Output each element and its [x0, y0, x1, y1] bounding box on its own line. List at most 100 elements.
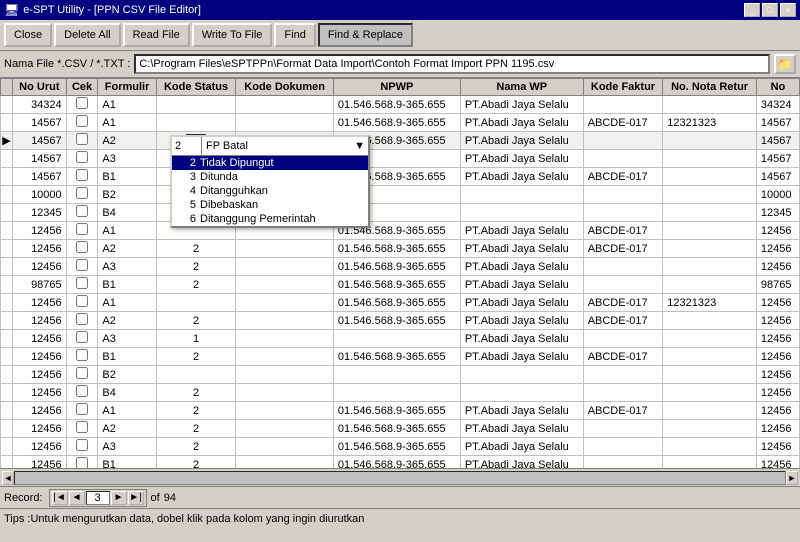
kode-status-cell[interactable]: 2 [156, 420, 236, 438]
cek-cell[interactable] [66, 204, 98, 222]
cek-checkbox[interactable] [76, 133, 88, 145]
table-row[interactable]: 12456A101.546.568.9-365.655PT.Abadi Jaya… [1, 222, 800, 240]
cek-cell[interactable] [66, 186, 98, 204]
col-no-urut[interactable]: No Urut [13, 79, 67, 96]
kode-status-cell[interactable]: 2 [156, 438, 236, 456]
cek-cell[interactable] [66, 276, 98, 294]
cek-cell[interactable] [66, 366, 98, 384]
cek-checkbox[interactable] [76, 421, 88, 433]
scroll-right-button[interactable]: ► [786, 471, 798, 485]
cek-cell[interactable] [66, 132, 98, 150]
kode-status-cell[interactable] [156, 294, 236, 312]
col-npwp[interactable]: NPWP [333, 79, 460, 96]
table-row[interactable]: 12456A31PT.Abadi Jaya Selalu12456 [1, 330, 800, 348]
cek-checkbox[interactable] [76, 277, 88, 289]
table-row[interactable]: 12456A101.546.568.9-365.655PT.Abadi Jaya… [1, 294, 800, 312]
cek-cell[interactable] [66, 222, 98, 240]
table-row[interactable]: 14567B101.546.568.9-365.655PT.Abadi Jaya… [1, 168, 800, 186]
cek-cell[interactable] [66, 240, 98, 258]
filename-input[interactable] [134, 54, 770, 74]
col-kode-status[interactable]: Kode Status [156, 79, 236, 96]
dropdown-item-ditunda[interactable]: 3 Ditunda [172, 170, 368, 184]
nav-last-button[interactable]: ►| [128, 491, 144, 505]
cek-cell[interactable] [66, 168, 98, 186]
write-to-file-button[interactable]: Write To File [192, 23, 273, 47]
cek-checkbox[interactable] [76, 385, 88, 397]
scroll-left-button[interactable]: ◄ [2, 471, 14, 485]
kode-status-cell[interactable]: 2 [156, 384, 236, 402]
record-current-input[interactable] [86, 491, 110, 505]
cek-checkbox[interactable] [76, 205, 88, 217]
cek-checkbox[interactable] [76, 187, 88, 199]
col-no[interactable]: No [756, 79, 799, 96]
table-row[interactable]: 12456B212456 [1, 366, 800, 384]
cek-checkbox[interactable] [76, 295, 88, 307]
kode-status-dropdown[interactable]: FP Batal ▼ 2 Tidak Dipungut 3 Ditunda 4 … [170, 135, 370, 228]
table-container[interactable]: No Urut Cek Formulir Kode Status Kode Do… [0, 78, 800, 468]
dropdown-item-dibebaskan[interactable]: 5 Dibebaskan [172, 198, 368, 212]
table-row[interactable]: 12456B1201.546.568.9-365.655PT.Abadi Jay… [1, 348, 800, 366]
col-kode-dokumen[interactable]: Kode Dokumen [236, 79, 334, 96]
cek-cell[interactable] [66, 294, 98, 312]
dropdown-arrow-icon[interactable]: ▼ [351, 140, 368, 152]
table-row[interactable]: 12456A2201.546.568.9-365.655PT.Abadi Jay… [1, 420, 800, 438]
cek-checkbox[interactable] [76, 115, 88, 127]
kode-status-cell[interactable] [156, 366, 236, 384]
cek-checkbox[interactable] [76, 439, 88, 451]
kode-status-cell[interactable]: 2 [156, 456, 236, 469]
find-replace-button[interactable]: Find & Replace [318, 23, 413, 47]
minimize-button[interactable]: _ [744, 3, 760, 17]
dropdown-item-ditangguhkan[interactable]: 4 Ditangguhkan [172, 184, 368, 198]
find-button[interactable]: Find [274, 23, 315, 47]
cek-checkbox[interactable] [76, 331, 88, 343]
kode-status-cell[interactable]: 2 [156, 402, 236, 420]
close-button[interactable]: × [780, 3, 796, 17]
nav-prev-button[interactable]: ◄ [69, 491, 85, 505]
col-nota-retur[interactable]: No. Nota Retur [663, 79, 757, 96]
cek-cell[interactable] [66, 150, 98, 168]
table-row[interactable]: 34324A101.546.568.9-365.655PT.Abadi Jaya… [1, 96, 800, 114]
nav-first-button[interactable]: |◄ [52, 491, 68, 505]
kode-status-cell[interactable]: 2 [156, 240, 236, 258]
cek-cell[interactable] [66, 312, 98, 330]
dropdown-item-tidak-dipungut[interactable]: 2 Tidak Dipungut [172, 156, 368, 170]
cek-checkbox[interactable] [76, 151, 88, 163]
cek-checkbox[interactable] [76, 403, 88, 415]
cek-checkbox[interactable] [76, 241, 88, 253]
table-row[interactable]: 12345B412345 [1, 204, 800, 222]
table-row[interactable]: 12456A3201.546.568.9-365.655PT.Abadi Jay… [1, 438, 800, 456]
cek-cell[interactable] [66, 348, 98, 366]
cek-checkbox[interactable] [76, 97, 88, 109]
cek-cell[interactable] [66, 456, 98, 469]
horizontal-scrollbar[interactable] [14, 471, 786, 485]
cek-checkbox[interactable] [76, 349, 88, 361]
kode-status-cell[interactable]: 1 [156, 330, 236, 348]
table-row[interactable]: 12456A1201.546.568.9-365.655PT.Abadi Jay… [1, 402, 800, 420]
table-row[interactable]: ▶14567A2FP Batal01.546.568.9-365.655PT.A… [1, 132, 800, 150]
maximize-button[interactable]: □ [762, 3, 778, 17]
kode-status-cell[interactable]: 2 [156, 348, 236, 366]
cek-checkbox[interactable] [76, 223, 88, 235]
kode-status-cell[interactable]: 2 [156, 276, 236, 294]
cek-cell[interactable] [66, 330, 98, 348]
cek-cell[interactable] [66, 258, 98, 276]
cek-cell[interactable] [66, 96, 98, 114]
nav-next-button[interactable]: ► [111, 491, 127, 505]
delete-all-button[interactable]: Delete All [54, 23, 120, 47]
table-row[interactable]: 12456A3201.546.568.9-365.655PT.Abadi Jay… [1, 258, 800, 276]
table-row[interactable]: 98765B1201.546.568.9-365.655PT.Abadi Jay… [1, 276, 800, 294]
close-toolbar-button[interactable]: Close [4, 23, 52, 47]
col-kode-faktur[interactable]: Kode Faktur [583, 79, 663, 96]
cek-cell[interactable] [66, 402, 98, 420]
table-row[interactable]: 12456B1201.546.568.9-365.655PT.Abadi Jay… [1, 456, 800, 469]
kode-status-cell[interactable] [156, 96, 236, 114]
read-file-button[interactable]: Read File [123, 23, 190, 47]
dropdown-input[interactable] [172, 137, 202, 155]
cek-checkbox[interactable] [76, 313, 88, 325]
table-row[interactable]: 12456B4212456 [1, 384, 800, 402]
table-row[interactable]: 12456A2201.546.568.9-365.655PT.Abadi Jay… [1, 240, 800, 258]
col-nama-wp[interactable]: Nama WP [460, 79, 583, 96]
cek-cell[interactable] [66, 420, 98, 438]
col-cek[interactable]: Cek [66, 79, 98, 96]
folder-button[interactable]: 📁 [774, 54, 796, 74]
